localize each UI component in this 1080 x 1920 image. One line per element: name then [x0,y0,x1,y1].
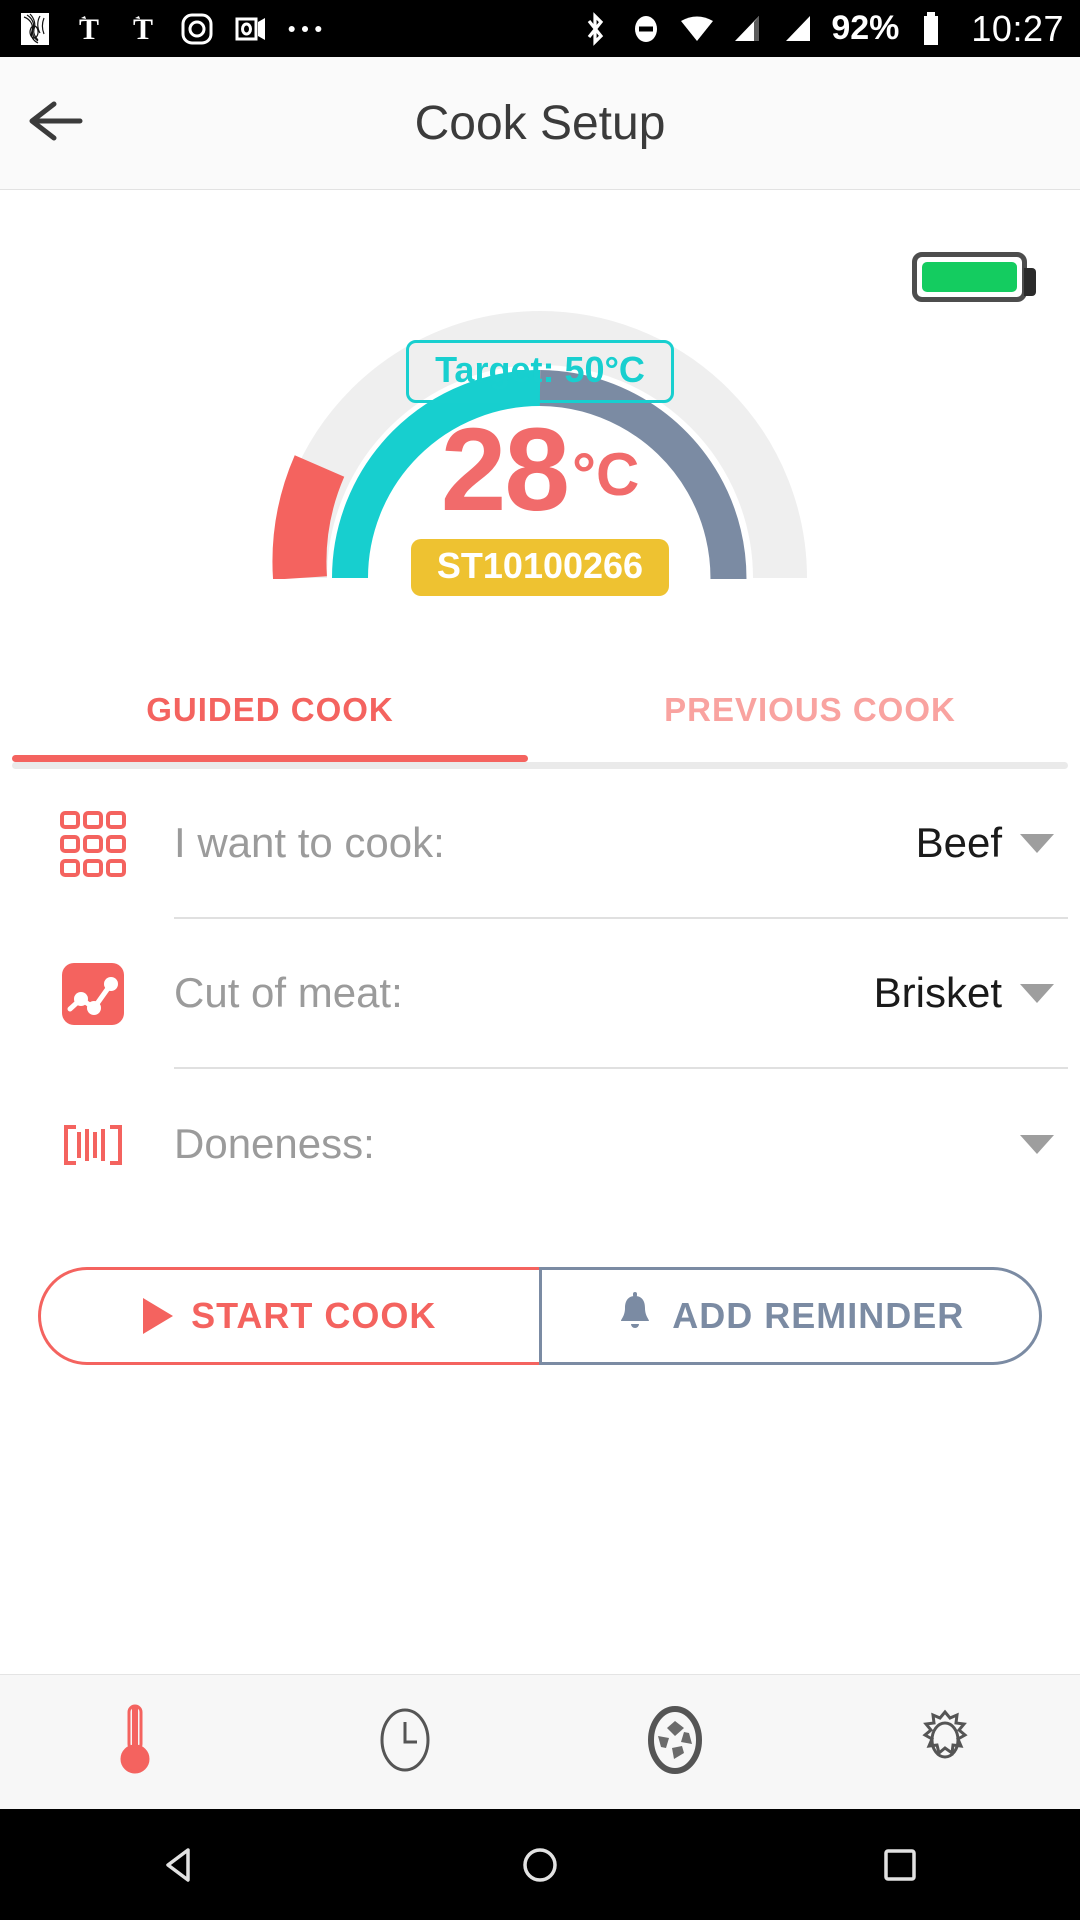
tab-track [12,762,1068,769]
status-bar-system: 92% 10:27 [576,8,1064,50]
nav-item-probe[interactable] [540,1703,810,1782]
temperature-gauge-section: Target: 50°C 28 °C ST10100266 [0,190,1080,660]
nav-item-temperature[interactable] [0,1702,270,1783]
play-icon [143,1298,174,1334]
app-bar: Cook Setup [0,57,1080,190]
chevron-down-icon[interactable] [1020,833,1054,853]
back-button[interactable] [0,98,110,149]
clock-icon [375,1704,435,1781]
nav-item-settings[interactable] [810,1704,1080,1781]
signal-sim1-icon [729,10,767,48]
outlook-icon [232,10,270,48]
battery-nub [1024,268,1036,296]
nyt-maps-icon [16,10,54,48]
cook-tabs: GUIDED COOK PREVIOUS COOK [0,660,1080,762]
start-cook-button[interactable]: START COOK [38,1267,539,1365]
start-cook-label: START COOK [191,1295,437,1336]
line-chart-icon [12,955,174,1033]
nav-recents-icon[interactable] [840,1809,960,1920]
bottom-navigation [0,1674,1080,1809]
battery-percent-label: 92% [831,9,900,47]
nyt-icon: T [70,10,108,48]
tab-guided-cook[interactable]: GUIDED COOK [0,660,540,762]
wifi-icon [678,10,716,48]
arrow-left-icon [24,98,86,149]
gear-icon [914,1704,976,1781]
battery-status-icon [912,10,950,48]
row-doneness[interactable]: Doneness: [12,1069,1068,1219]
temperature-unit: °C [571,441,640,508]
bluetooth-icon [576,10,614,48]
nav-home-icon[interactable] [480,1809,600,1920]
target-temperature-pill[interactable]: Target: 50°C [406,340,674,403]
row-cut-of-meat[interactable]: Cut of meat: Brisket [12,919,1068,1069]
chevron-down-icon[interactable] [1020,1134,1054,1154]
row-body[interactable]: I want to cook: Beef [174,769,1068,919]
barcode-icon [12,1105,174,1183]
row-body[interactable]: Cut of meat: Brisket [174,919,1068,1069]
row-label: I want to cook: [174,819,445,866]
nav-item-history[interactable] [270,1704,540,1781]
row-body[interactable]: Doneness: [174,1069,1068,1219]
gauge-readout: Target: 50°C 28 °C ST10100266 [0,340,1080,596]
status-bar-clock: 10:27 [971,7,1064,49]
signal-sim2-icon [780,10,818,48]
action-buttons: START COOK ADD REMINDER [38,1267,1042,1365]
probe-battery-indicator [912,252,1036,302]
aperture-icon [644,1703,706,1782]
status-bar-notifications: T T [16,10,576,48]
chevron-down-icon[interactable] [1020,983,1054,1003]
add-reminder-label: ADD REMINDER [672,1295,965,1336]
probe-id-badge[interactable]: ST10100266 [410,539,670,596]
row-label: Doneness: [174,1120,375,1167]
grid-squares-icon [12,805,174,883]
add-reminder-button[interactable]: ADD REMINDER [538,1267,1042,1365]
thermometer-icon [113,1702,157,1783]
status-bar: T T 92% 10:27 [0,0,1080,57]
instagram-icon [178,10,216,48]
row-label: Cut of meat: [174,969,403,1016]
page-title: Cook Setup [414,96,666,150]
do-not-disturb-icon [627,10,665,48]
more-dots-icon [286,10,324,48]
row-i-want-to-cook[interactable]: I want to cook: Beef [12,769,1068,919]
temperature-value: 28 [440,404,570,536]
tab-active-indicator [12,755,528,762]
current-temperature: 28 °C [441,411,640,529]
row-value-cook-type: Beef [915,819,1002,866]
nav-back-icon[interactable] [120,1809,240,1920]
bell-icon [616,1291,654,1342]
android-navigation-bar [0,1809,1080,1920]
guided-cook-form: I want to cook: Beef Cut of meat: Briske… [0,769,1080,1219]
tab-previous-cook[interactable]: PREVIOUS COOK [540,660,1080,762]
nyt-icon-2: T [124,10,162,48]
row-value-cut: Brisket [873,969,1002,1016]
battery-fill [922,262,1017,292]
